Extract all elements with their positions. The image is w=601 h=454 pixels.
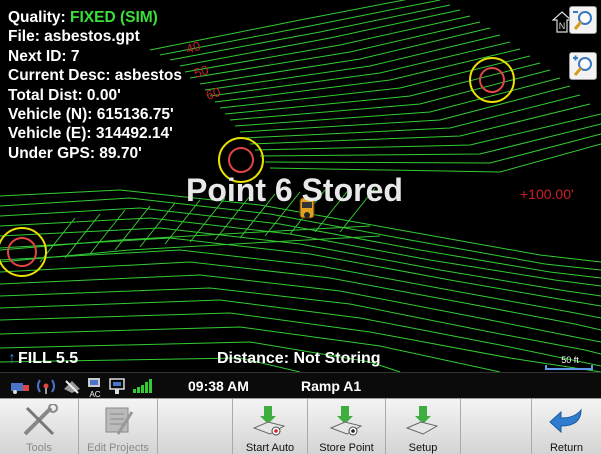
vehicle-status-icon[interactable] (10, 377, 32, 395)
tools-label: Tools (26, 442, 52, 454)
location-name: Ramp A1 (301, 378, 362, 394)
scale-bar-line (545, 365, 593, 370)
status-bar: AC 09:38 AM Ramp A1 (0, 372, 601, 399)
network-icon[interactable] (108, 377, 128, 395)
empty-button (461, 399, 532, 454)
clock: 09:38 AM (188, 378, 249, 394)
edit-projects-icon (105, 407, 134, 435)
tools-icon (23, 404, 58, 436)
fill-readout: ↑ FILL 5.5 (8, 350, 78, 368)
quality-label: Quality: (8, 9, 66, 26)
scale-bar: 50 ft (545, 355, 595, 370)
zoom-in-button[interactable] (569, 52, 597, 80)
empty-button (158, 399, 233, 454)
start-auto-icon (252, 406, 286, 436)
tools-button[interactable]: Tools (0, 399, 79, 454)
gps-info-panel: Quality: FIXED (SIM) File: asbestos.gpt … (8, 8, 182, 163)
signal-strength-icon[interactable] (132, 377, 154, 395)
store-point-label: Store Point (319, 442, 374, 454)
store-point-icon (329, 406, 362, 436)
map-view[interactable]: Quality: FIXED (SIM) File: asbestos.gpt … (0, 0, 601, 372)
distance-readout: Distance: Not Storing (217, 350, 381, 367)
zoom-out-icon (573, 11, 592, 30)
total-dist-row: Total Dist: 0.00' (8, 86, 121, 104)
north-label: N (559, 21, 566, 31)
current-desc-row: Current Desc: asbestos (8, 67, 183, 85)
fill-value: FILL 5.5 (18, 350, 79, 367)
zoom-out-button[interactable] (569, 6, 597, 34)
toolbar: Tools Edit Projects Start Auto Store Poi… (0, 398, 601, 454)
zoom-in-icon (573, 55, 592, 76)
screen: Quality: FIXED (SIM) File: asbestos.gpt … (0, 0, 601, 454)
vehicle-n-row: Vehicle (N): 615136.75' (8, 106, 174, 124)
radio-signal-icon[interactable] (36, 377, 56, 395)
return-icon (548, 408, 582, 434)
start-auto-label: Start Auto (245, 442, 295, 454)
next-id-row: Next ID: 7 (8, 47, 80, 65)
file-row: File: asbestos.gpt (8, 28, 140, 46)
under-gps-row: Under GPS: 89.70' (8, 144, 142, 162)
satellite-icon[interactable] (62, 377, 82, 395)
offset-label: +100.00' (520, 186, 574, 202)
edit-projects-button[interactable]: Edit Projects (79, 399, 158, 454)
return-button[interactable]: Return (532, 399, 601, 454)
fill-arrow-icon: ↑ (8, 350, 16, 367)
scale-label: 50 ft (561, 355, 579, 365)
quality-row: Quality: FIXED (SIM) (8, 8, 182, 27)
quality-value: FIXED (SIM) (70, 9, 158, 26)
power-ac-icon[interactable]: AC (86, 377, 104, 399)
setup-icon (405, 406, 439, 435)
vehicle-e-row: Vehicle (E): 314492.14' (8, 125, 173, 143)
status-message: Point 6 Stored (186, 172, 403, 208)
edit-projects-label: Edit Projects (87, 442, 149, 454)
setup-label: Setup (408, 442, 438, 454)
start-auto-button[interactable]: Start Auto (233, 399, 308, 454)
return-label: Return (549, 442, 584, 454)
store-point-button[interactable]: Store Point (308, 399, 386, 454)
setup-button[interactable]: Setup (386, 399, 461, 454)
